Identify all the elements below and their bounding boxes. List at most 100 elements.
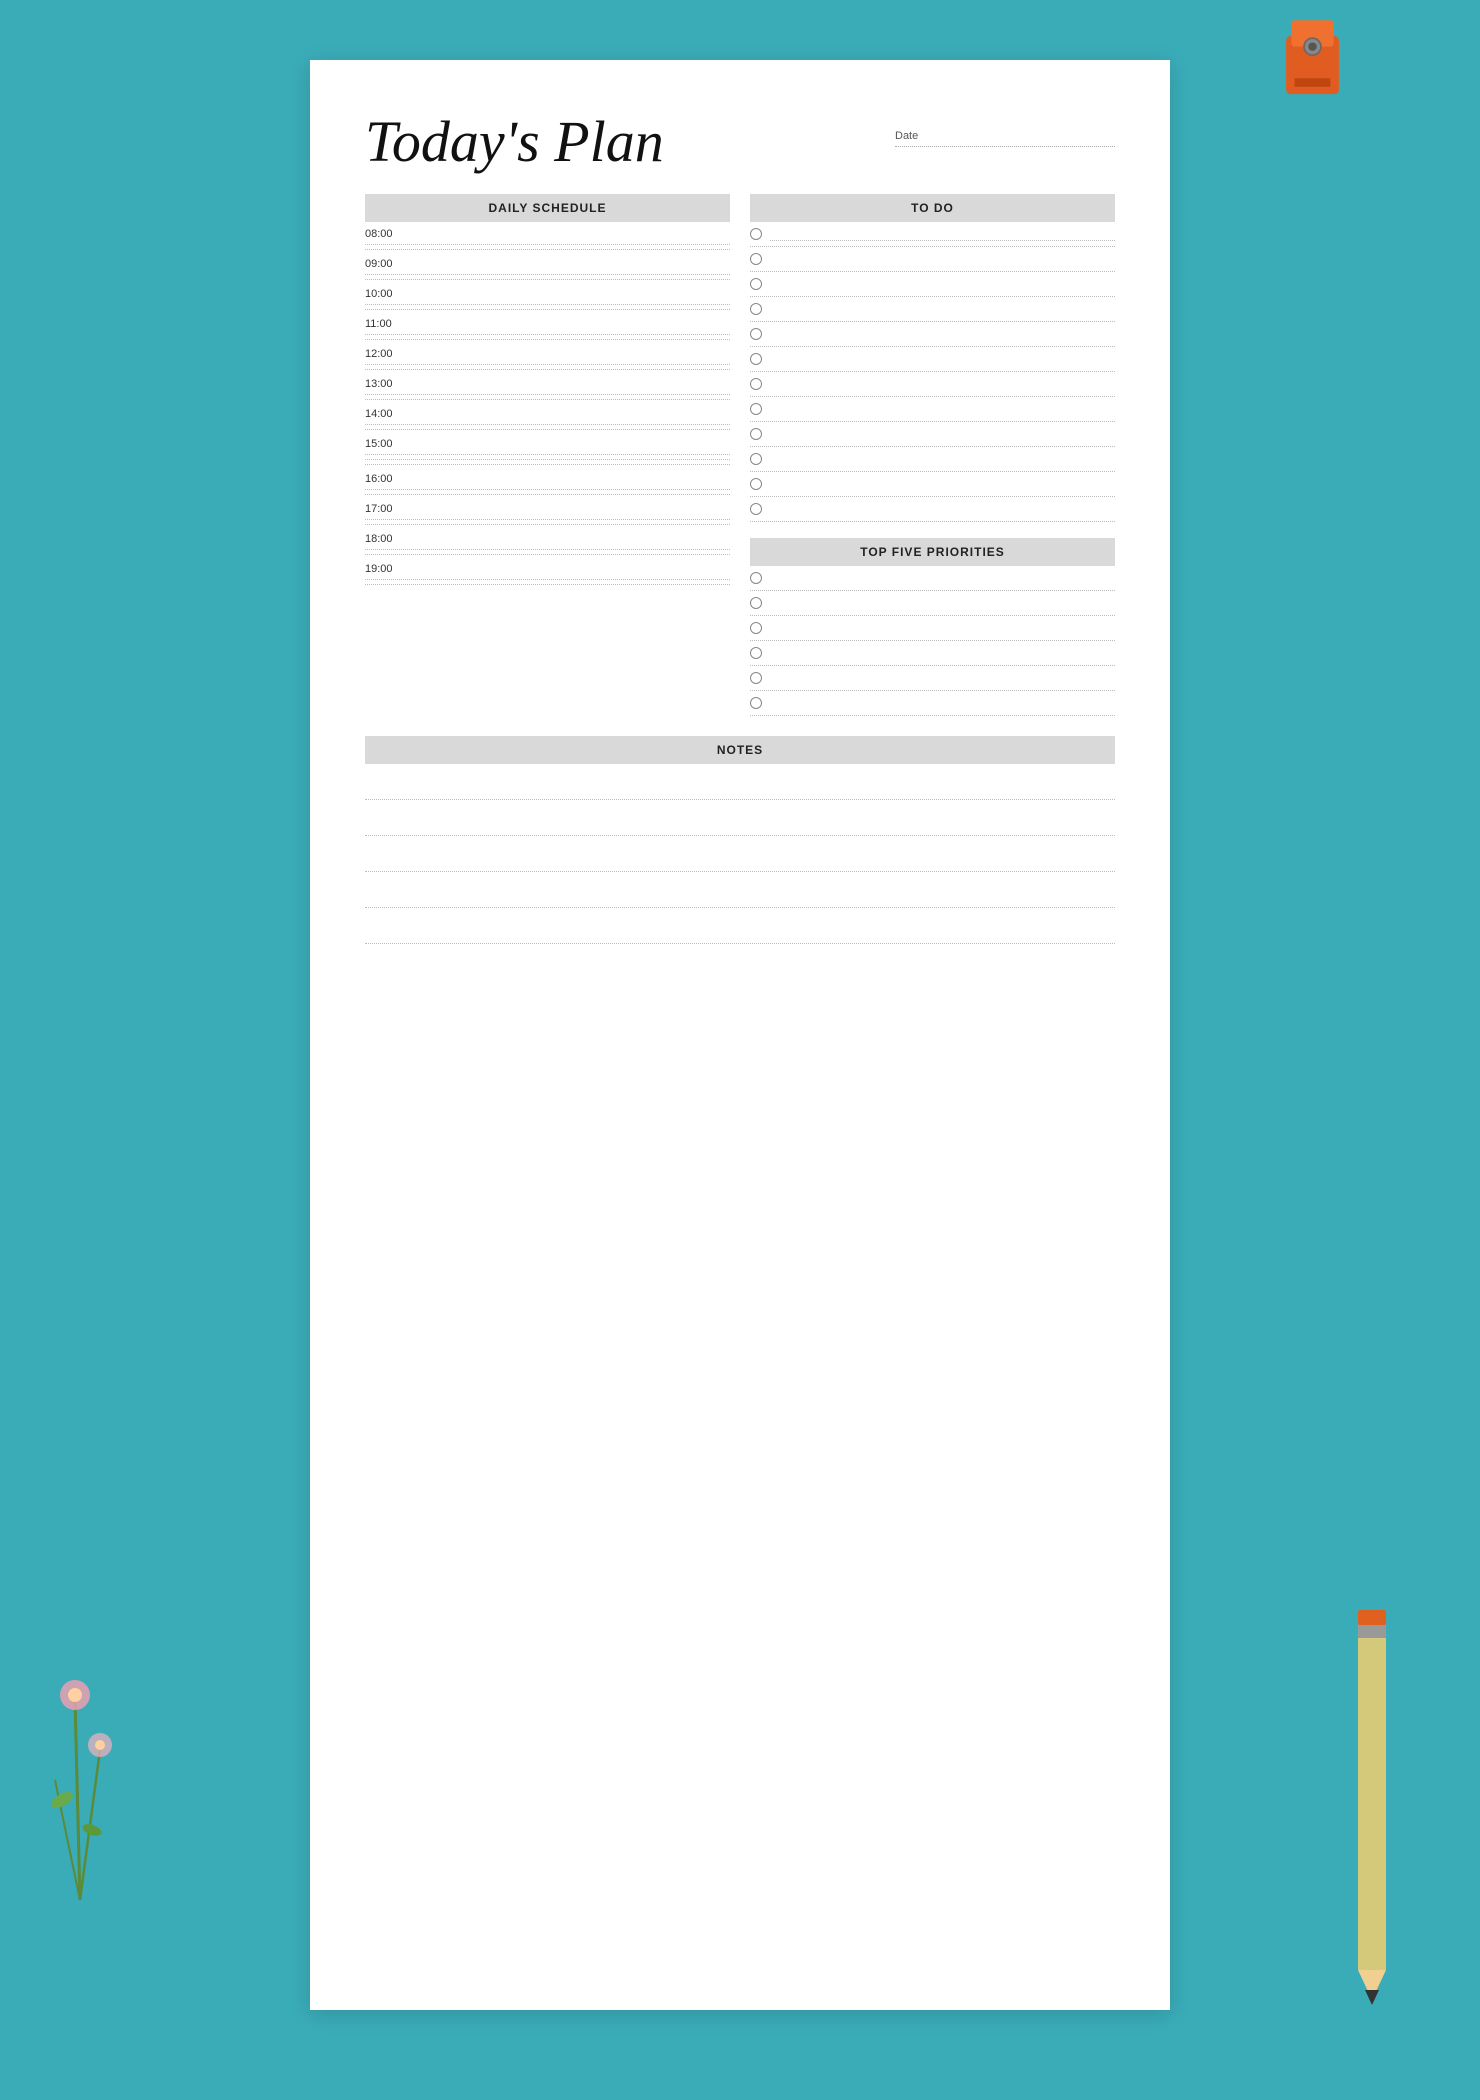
schedule-line — [365, 489, 730, 490]
hour-label-19: 19:00 — [365, 563, 730, 575]
hour-block-13: 13:00 — [365, 374, 730, 400]
date-line — [895, 146, 1115, 147]
priority-item — [750, 641, 1115, 666]
schedule-line — [365, 244, 730, 245]
todo-circle — [750, 278, 762, 290]
notes-header: NOTES — [365, 736, 1115, 764]
schedule-line — [365, 464, 730, 465]
hour-block-08: 08:00 — [365, 224, 730, 250]
priorities-section: TOP FIVE PRIORITIES — [750, 538, 1115, 716]
note-line — [365, 908, 1115, 944]
priority-item — [750, 691, 1115, 716]
schedule-line — [365, 274, 730, 275]
note-line — [365, 764, 1115, 800]
todo-item — [750, 297, 1115, 322]
schedule-line — [365, 579, 730, 580]
todo-circle — [750, 453, 762, 465]
todo-circle — [750, 503, 762, 515]
todo-item — [750, 472, 1115, 497]
hour-label-14: 14:00 — [365, 408, 730, 420]
hour-block-09: 09:00 — [365, 254, 730, 280]
note-line — [365, 800, 1115, 836]
date-section: Date — [895, 110, 1115, 147]
hour-block-14: 14:00 — [365, 404, 730, 430]
hour-label-18: 18:00 — [365, 533, 730, 545]
schedule-line — [365, 339, 730, 340]
todo-item — [750, 272, 1115, 297]
schedule-line — [365, 519, 730, 520]
schedule-line — [365, 429, 730, 430]
hour-block-10: 10:00 — [365, 284, 730, 310]
priority-item — [750, 566, 1115, 591]
notes-lines — [365, 764, 1115, 944]
schedule-block: 08:00 09:00 10:00 11 — [365, 224, 730, 585]
priority-item — [750, 616, 1115, 641]
todo-item — [750, 247, 1115, 272]
right-column: TO DO — [750, 194, 1115, 716]
schedule-line — [365, 364, 730, 365]
schedule-line — [365, 549, 730, 550]
schedule-line — [365, 494, 730, 495]
hour-label-08: 08:00 — [365, 228, 730, 240]
priority-circle — [750, 672, 762, 684]
todo-item — [750, 497, 1115, 522]
hour-label-16: 16:00 — [365, 473, 730, 485]
todo-circle — [750, 353, 762, 365]
daily-schedule-header: DAILY SCHEDULE — [365, 194, 730, 222]
todo-circle — [750, 328, 762, 340]
hour-block-11: 11:00 — [365, 314, 730, 340]
left-column: DAILY SCHEDULE 08:00 09:00 10:00 — [365, 194, 730, 589]
todo-circle — [750, 403, 762, 415]
todo-item — [750, 397, 1115, 422]
schedule-line — [365, 249, 730, 250]
todo-circle — [750, 303, 762, 315]
hour-label-17: 17:00 — [365, 503, 730, 515]
hour-block-19: 19:00 — [365, 559, 730, 585]
schedule-line — [365, 524, 730, 525]
todo-item — [750, 447, 1115, 472]
hour-block-12: 12:00 — [365, 344, 730, 370]
schedule-line — [365, 454, 730, 455]
note-line — [365, 836, 1115, 872]
todo-section: TO DO — [750, 194, 1115, 522]
schedule-line — [365, 459, 730, 460]
notes-section: NOTES — [365, 736, 1115, 944]
page: Today's Plan Date DAILY SCHEDULE 08:00 0… — [310, 60, 1170, 2010]
todo-item — [750, 222, 1115, 247]
hour-block-18: 18:00 — [365, 529, 730, 555]
priority-circle — [750, 647, 762, 659]
schedule-line — [365, 394, 730, 395]
schedule-line — [365, 279, 730, 280]
priority-circle — [750, 697, 762, 709]
schedule-line — [365, 369, 730, 370]
date-label: Date — [895, 130, 1115, 142]
priority-item — [750, 666, 1115, 691]
todo-circle — [750, 378, 762, 390]
hour-label-11: 11:00 — [365, 318, 730, 330]
schedule-line — [365, 334, 730, 335]
schedule-line — [365, 309, 730, 310]
main-content: DAILY SCHEDULE 08:00 09:00 10:00 — [365, 194, 1115, 716]
priorities-header: TOP FIVE PRIORITIES — [750, 538, 1115, 566]
note-line — [365, 872, 1115, 908]
hour-block-15: 15:00 — [365, 434, 730, 465]
priority-circle — [750, 597, 762, 609]
schedule-line — [365, 584, 730, 585]
todo-circle — [750, 253, 762, 265]
schedule-line — [365, 304, 730, 305]
priority-circle — [750, 622, 762, 634]
page-title: Today's Plan — [365, 110, 865, 174]
hour-label-15: 15:00 — [365, 438, 730, 450]
header: Today's Plan Date — [365, 110, 1115, 174]
hour-label-12: 12:00 — [365, 348, 730, 360]
hour-label-10: 10:00 — [365, 288, 730, 300]
hour-label-13: 13:00 — [365, 378, 730, 390]
todo-item — [750, 372, 1115, 397]
todo-circle — [750, 428, 762, 440]
schedule-line — [365, 424, 730, 425]
schedule-line — [365, 554, 730, 555]
todo-item — [750, 422, 1115, 447]
schedule-line — [365, 399, 730, 400]
todo-circle — [750, 478, 762, 490]
hour-block-17: 17:00 — [365, 499, 730, 525]
